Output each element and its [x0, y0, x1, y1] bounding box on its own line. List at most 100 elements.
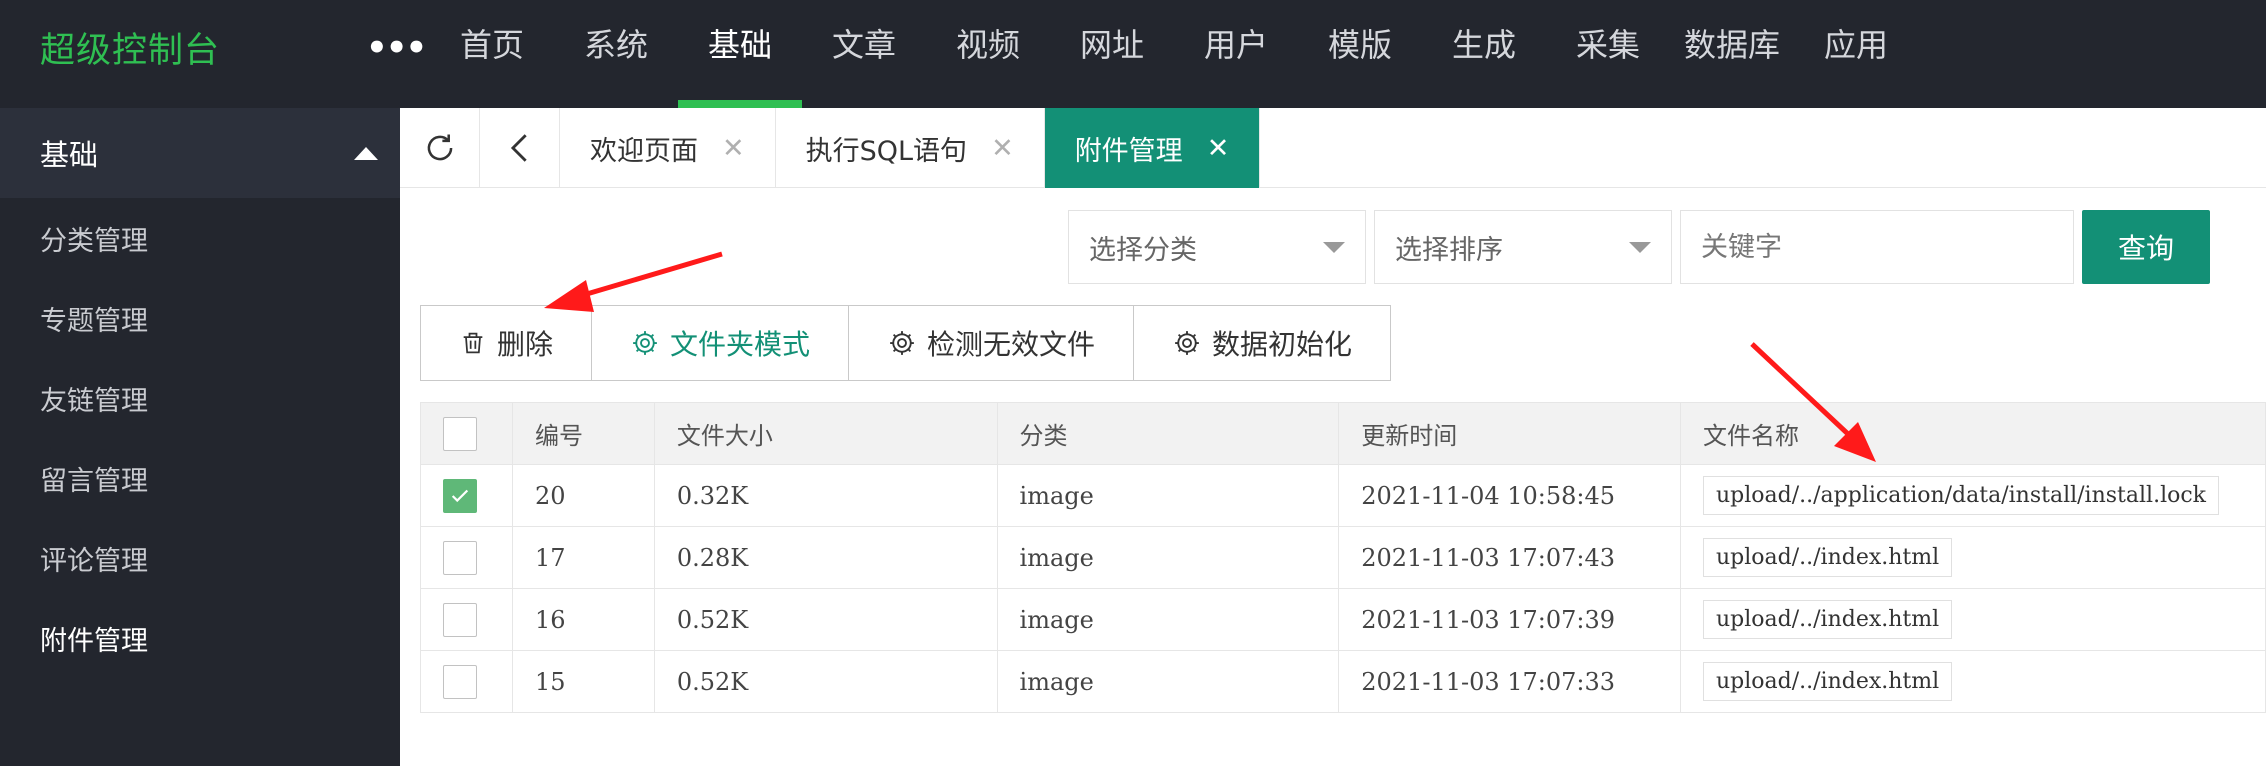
- main-nav: 首页 系统 基础 文章 视频 网址 用户 模版 生成 采集 数据库 应用: [430, 0, 1918, 108]
- sidebar-item-messages[interactable]: 留言管理: [0, 442, 400, 522]
- sidebar-item-topic[interactable]: 专题管理: [0, 282, 400, 362]
- tab-bar: 欢迎页面 ✕ 执行SQL语句 ✕ 附件管理 ✕: [400, 108, 2266, 188]
- cell-id: 15: [511, 650, 655, 713]
- annotation-arrow-delete: [544, 251, 723, 312]
- row-checkbox[interactable]: [443, 602, 477, 637]
- tab-execute-sql[interactable]: 执行SQL语句 ✕: [776, 108, 1045, 188]
- cell-updated: 2021-11-03 17:07:39: [1338, 588, 1682, 651]
- column-header-filename[interactable]: 文件名称: [1680, 402, 2266, 465]
- sidebar-section-label: 基础: [40, 138, 99, 172]
- close-icon[interactable]: ✕: [991, 133, 1014, 164]
- cell-filename: upload/../index.html: [1680, 526, 2266, 589]
- cell-updated: 2021-11-04 10:58:45: [1338, 464, 1682, 527]
- table-row: 20 0.32K image 2021-11-04 10:58:45 uploa…: [420, 464, 2266, 527]
- query-button[interactable]: 查询: [2082, 210, 2210, 284]
- dropdown-arrow-icon: [1629, 241, 1651, 253]
- cell-id: 20: [511, 464, 655, 527]
- detect-invalid-button[interactable]: 检测无效文件: [849, 306, 1135, 380]
- delete-button-label: 删除: [497, 328, 554, 361]
- caret-up-icon: [354, 146, 378, 160]
- nav-item-system[interactable]: 系统: [554, 0, 678, 108]
- cell-updated: 2021-11-03 17:07:43: [1338, 526, 1682, 589]
- action-button-group: 删除 文件夹模式 检测无效文件 数据初始化: [420, 305, 1392, 381]
- init-data-button-label: 数据初始化: [1212, 328, 1353, 361]
- close-icon[interactable]: ✕: [722, 133, 745, 164]
- cell-filename: upload/../index.html: [1680, 650, 2266, 713]
- ellipsis-icon[interactable]: •••: [366, 28, 427, 68]
- cell-category: image: [996, 650, 1340, 713]
- sort-select-value: 选择排序: [1395, 234, 1503, 266]
- row-checkbox[interactable]: [443, 478, 477, 513]
- attachments-table: 编号 文件大小 分类 更新时间 文件名称 20 0.32K image 2021…: [420, 402, 2266, 713]
- table-row: 16 0.52K image 2021-11-03 17:07:39 uploa…: [420, 588, 2266, 651]
- delete-button[interactable]: 删除: [421, 306, 593, 380]
- nav-item-collect[interactable]: 采集: [1546, 0, 1670, 108]
- check-icon: [451, 489, 469, 502]
- nav-item-template[interactable]: 模版: [1298, 0, 1422, 108]
- refresh-icon[interactable]: [400, 108, 480, 188]
- nav-item-apps[interactable]: 应用: [1794, 0, 1918, 108]
- category-select-value: 选择分类: [1089, 234, 1197, 266]
- cell-size: 0.28K: [653, 526, 998, 589]
- tab-welcome[interactable]: 欢迎页面 ✕: [560, 108, 776, 188]
- row-checkbox[interactable]: [443, 540, 477, 575]
- filter-bar: 选择分类 选择排序 查询: [1068, 210, 2210, 284]
- table-row: 15 0.52K image 2021-11-03 17:07:33 uploa…: [420, 650, 2266, 713]
- row-checkbox-cell: [420, 650, 513, 713]
- cell-size: 0.32K: [653, 464, 998, 527]
- top-navbar: 超级控制台 ••• 首页 系统 基础 文章 视频 网址 用户 模版 生成 采集 …: [0, 0, 2266, 108]
- nav-item-basic[interactable]: 基础: [678, 0, 802, 108]
- nav-item-url[interactable]: 网址: [1050, 0, 1174, 108]
- column-header-size[interactable]: 文件大小: [653, 402, 998, 465]
- cell-updated: 2021-11-03 17:07:33: [1338, 650, 1682, 713]
- folder-mode-button-label: 文件夹模式: [670, 328, 811, 361]
- filename-link[interactable]: upload/../index.html: [1703, 662, 1953, 701]
- filename-link[interactable]: upload/../index.html: [1703, 600, 1953, 639]
- nav-item-generate[interactable]: 生成: [1422, 0, 1546, 108]
- gear-icon: [1172, 328, 1202, 358]
- row-checkbox[interactable]: [443, 664, 477, 699]
- tab-label: 执行SQL语句: [805, 135, 968, 167]
- keyword-input[interactable]: [1680, 210, 2074, 284]
- column-header-id[interactable]: 编号: [511, 402, 655, 465]
- init-data-button[interactable]: 数据初始化: [1134, 306, 1391, 380]
- column-header-updated[interactable]: 更新时间: [1338, 402, 1682, 465]
- cell-category: image: [996, 588, 1340, 651]
- filename-link[interactable]: upload/../index.html: [1703, 538, 1953, 577]
- cell-size: 0.52K: [653, 650, 998, 713]
- filename-link[interactable]: upload/../application/data/install/insta…: [1703, 476, 2220, 515]
- folder-mode-button[interactable]: 文件夹模式: [592, 306, 850, 380]
- row-checkbox-cell: [420, 526, 513, 589]
- table-row: 17 0.28K image 2021-11-03 17:07:43 uploa…: [420, 526, 2266, 589]
- cell-id: 16: [511, 588, 655, 651]
- sidebar-item-links[interactable]: 友链管理: [0, 362, 400, 442]
- chevron-left-icon[interactable]: [480, 108, 560, 188]
- sidebar-item-attachments[interactable]: 附件管理: [0, 602, 400, 682]
- sidebar-list: 分类管理 专题管理 友链管理 留言管理 评论管理 附件管理: [0, 198, 400, 766]
- nav-item-video[interactable]: 视频: [926, 0, 1050, 108]
- sidebar-item-category[interactable]: 分类管理: [0, 202, 400, 282]
- tab-label: 欢迎页面: [590, 135, 698, 167]
- column-header-category[interactable]: 分类: [996, 402, 1340, 465]
- row-checkbox-cell: [420, 588, 513, 651]
- select-all-checkbox[interactable]: [443, 416, 477, 451]
- sidebar-item-comments[interactable]: 评论管理: [0, 522, 400, 602]
- cell-filename: upload/../application/data/install/insta…: [1680, 464, 2266, 527]
- select-all-cell: [420, 402, 513, 465]
- category-select[interactable]: 选择分类: [1068, 210, 1366, 284]
- close-icon[interactable]: ✕: [1207, 133, 1230, 164]
- app-logo[interactable]: 超级控制台: [40, 22, 220, 73]
- sort-select[interactable]: 选择排序: [1374, 210, 1672, 284]
- tab-attachments[interactable]: 附件管理 ✕: [1044, 108, 1261, 188]
- trash-icon: [459, 329, 487, 357]
- nav-item-article[interactable]: 文章: [802, 0, 926, 108]
- nav-item-user[interactable]: 用户: [1174, 0, 1298, 108]
- nav-item-home[interactable]: 首页: [430, 0, 554, 108]
- sidebar-section-header[interactable]: 基础: [0, 108, 400, 198]
- tab-label: 附件管理: [1074, 135, 1183, 167]
- gear-icon: [630, 328, 660, 358]
- dropdown-arrow-icon: [1323, 241, 1345, 253]
- nav-item-database[interactable]: 数据库: [1670, 0, 1794, 108]
- gear-icon: [887, 328, 917, 358]
- cell-size: 0.52K: [653, 588, 998, 651]
